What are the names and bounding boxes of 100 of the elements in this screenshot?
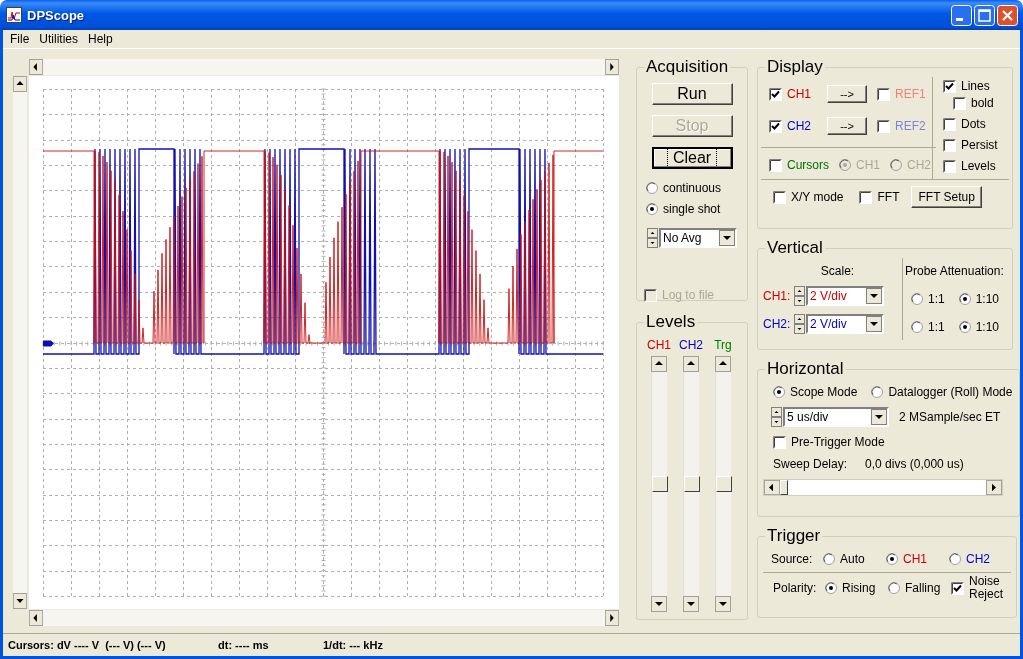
dropdown[interactable]: 2 V/div [806, 286, 884, 306]
dropdown[interactable]: 2 V/div [806, 314, 884, 334]
arrow-button[interactable]: --> [827, 85, 867, 103]
radio-icon[interactable] [911, 293, 923, 305]
menu-item[interactable]: Help [83, 32, 118, 46]
up-arrow-button[interactable] [13, 76, 27, 92]
menu-item[interactable]: Utilities [34, 32, 83, 46]
slider-thumb[interactable] [716, 476, 732, 492]
checkbox[interactable]: Dots [943, 117, 986, 131]
radio-icon[interactable] [646, 203, 658, 215]
checkbox[interactable]: Pre-Trigger Mode [773, 435, 885, 449]
menu-item[interactable]: File [5, 32, 35, 46]
slider-thumb[interactable] [780, 480, 788, 495]
slider-thumb[interactable] [652, 476, 668, 492]
checkbox-icon[interactable] [877, 119, 890, 133]
up-arrow-button[interactable] [715, 356, 731, 372]
radio-button[interactable]: continuous [646, 181, 722, 195]
scrollbar[interactable] [13, 76, 27, 609]
channel-label: CH2: [763, 317, 792, 331]
checkbox[interactable]: Noise Reject [951, 575, 1009, 601]
radio-button[interactable]: Datalogger (Roll) Mode [871, 385, 1013, 399]
radio-icon[interactable] [825, 582, 837, 594]
checkbox[interactable]: Levels [943, 159, 996, 173]
radio-button[interactable]: 1:1 [911, 292, 945, 306]
radio-button[interactable]: 1:10 [958, 320, 1000, 334]
checkbox-icon[interactable] [773, 190, 786, 204]
action-button[interactable]: Run [651, 83, 733, 105]
field-label: Polarity: [773, 581, 818, 595]
radio-icon[interactable] [871, 386, 884, 398]
radio-icon[interactable] [823, 553, 835, 565]
radio-icon[interactable] [911, 321, 923, 333]
slider-label: Trg [714, 338, 732, 352]
radio-button[interactable]: Scope Mode [773, 385, 858, 399]
checkbox-icon[interactable] [951, 581, 964, 595]
checkbox-icon[interactable] [943, 159, 956, 173]
down-arrow-button[interactable] [13, 593, 27, 609]
radio-button[interactable]: 1:1 [911, 320, 945, 334]
checkbox-icon[interactable] [859, 190, 873, 204]
checkbox[interactable]: CH1 [769, 87, 811, 101]
arrow-button[interactable]: --> [827, 117, 867, 135]
checkbox[interactable]: bold [953, 96, 994, 110]
radio-icon[interactable] [773, 386, 785, 398]
dropdown[interactable]: No Avg [659, 228, 737, 248]
spin-button[interactable] [794, 314, 805, 334]
scrollbar[interactable] [29, 610, 619, 626]
checkbox[interactable]: X/Y mode [773, 190, 844, 204]
fft-setup-button[interactable]: FFT Setup [911, 186, 982, 208]
radio-icon[interactable] [888, 582, 900, 594]
checkbox[interactable]: Persist [943, 138, 998, 152]
checkbox-icon[interactable] [769, 158, 782, 172]
checkbox[interactable]: Cursors [769, 158, 829, 172]
checkbox[interactable]: CH2 [769, 119, 811, 133]
down-arrow-button[interactable] [683, 596, 699, 612]
checkbox-icon[interactable] [769, 119, 782, 133]
down-arrow-button[interactable] [651, 596, 667, 612]
checkbox-icon[interactable] [773, 435, 786, 449]
group-title: Horizontal [766, 359, 845, 379]
checkbox[interactable]: Lines [943, 79, 990, 93]
left-arrow-button[interactable] [764, 480, 780, 495]
radio-button[interactable]: Rising [825, 581, 876, 595]
sample-rate-text: 2 MSample/sec ET [899, 410, 1001, 424]
trigger-marker-icon [43, 340, 54, 347]
right-arrow-button[interactable] [605, 610, 619, 626]
down-arrow-button[interactable] [715, 596, 731, 612]
radio-icon[interactable] [958, 321, 971, 333]
spin-button[interactable] [771, 407, 782, 427]
checkbox-icon[interactable] [877, 87, 890, 101]
right-arrow-button[interactable] [986, 480, 1002, 495]
checkbox[interactable]: FFT [859, 190, 900, 204]
maximize-button[interactable] [974, 4, 995, 26]
radio-button[interactable]: CH2 [949, 552, 990, 566]
radio-button[interactable]: CH1 [886, 552, 927, 566]
radio-icon[interactable] [958, 293, 971, 305]
checkbox-icon[interactable] [943, 79, 956, 93]
scrollbar[interactable] [29, 59, 619, 75]
radio-button[interactable]: Falling [888, 581, 941, 595]
checkbox-icon[interactable] [943, 117, 956, 131]
radio-icon[interactable] [886, 553, 898, 565]
right-arrow-button[interactable] [605, 59, 619, 75]
action-button[interactable]: Clear [651, 147, 733, 169]
radio-button[interactable]: 1:10 [958, 292, 1000, 306]
slider-thumb[interactable] [684, 476, 700, 492]
minimize-button[interactable] [951, 4, 972, 26]
checkbox-icon[interactable] [769, 87, 782, 101]
up-arrow-button[interactable] [683, 356, 699, 372]
radio-button[interactable]: single shot [646, 202, 721, 216]
spin-button[interactable] [647, 228, 658, 248]
radio-icon[interactable] [949, 553, 961, 565]
left-arrow-button[interactable] [29, 59, 43, 75]
radio-button[interactable]: Auto [823, 552, 865, 566]
left-arrow-button[interactable] [29, 610, 43, 626]
checkbox-icon[interactable] [943, 138, 956, 152]
up-arrow-button[interactable] [651, 356, 667, 372]
slider-label: CH2 [679, 338, 703, 352]
dropdown[interactable]: 5 us/div [783, 407, 889, 427]
checkbox-icon[interactable] [953, 96, 966, 110]
close-button[interactable] [997, 4, 1018, 26]
group-title: Trigger [766, 526, 822, 546]
spin-button[interactable] [794, 286, 805, 306]
radio-icon[interactable] [646, 182, 658, 194]
